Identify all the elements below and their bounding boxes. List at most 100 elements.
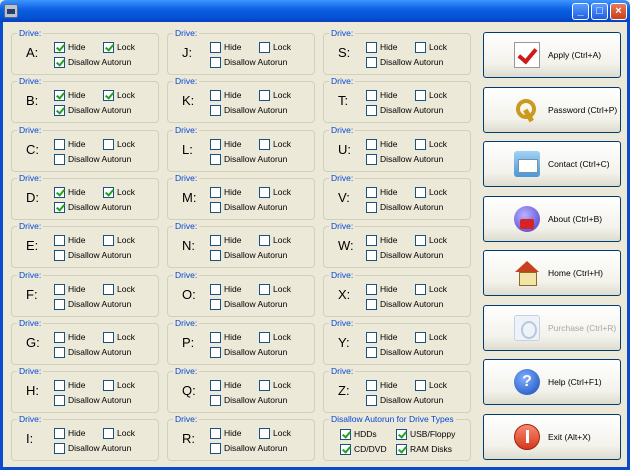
checkbox-box[interactable] — [210, 201, 221, 213]
checkbox-box[interactable] — [54, 442, 65, 454]
lock-checkbox[interactable]: Lock — [103, 283, 135, 295]
checkbox-box[interactable] — [54, 201, 65, 213]
checkbox-box[interactable] — [54, 104, 65, 116]
hide-checkbox[interactable]: Hide — [54, 138, 85, 150]
checkbox-box[interactable] — [415, 41, 426, 53]
checkbox-box[interactable] — [54, 249, 65, 261]
lock-checkbox[interactable]: Lock — [415, 379, 447, 391]
checkbox-box[interactable] — [210, 283, 221, 295]
hide-checkbox[interactable]: Hide — [54, 89, 85, 101]
disallow-autorun-checkbox[interactable]: Disallow Autorun — [54, 56, 131, 68]
disallow-autorun-checkbox[interactable]: Disallow Autorun — [210, 442, 287, 454]
disallow-autorun-checkbox[interactable]: Disallow Autorun — [210, 394, 287, 406]
lock-checkbox[interactable]: Lock — [259, 379, 291, 391]
disallow-autorun-checkbox[interactable]: Disallow Autorun — [54, 442, 131, 454]
disallow-autorun-checkbox[interactable]: Disallow Autorun — [210, 56, 287, 68]
lock-checkbox[interactable]: Lock — [259, 186, 291, 198]
checkbox-box[interactable] — [259, 41, 270, 53]
hide-checkbox[interactable]: Hide — [366, 186, 397, 198]
lock-checkbox[interactable]: Lock — [415, 89, 447, 101]
checkbox-box[interactable] — [396, 443, 407, 455]
minimize-button[interactable]: _ — [572, 3, 589, 20]
hide-checkbox[interactable]: Hide — [210, 138, 241, 150]
disallow-autorun-checkbox[interactable]: Disallow Autorun — [54, 104, 131, 116]
checkbox-box[interactable] — [54, 394, 65, 406]
usb-floppy-checkbox[interactable]: USB/Floppy — [396, 428, 455, 440]
checkbox-box[interactable] — [366, 234, 377, 246]
checkbox-box[interactable] — [103, 138, 114, 150]
checkbox-box[interactable] — [210, 298, 221, 310]
help-button[interactable]: ? Help (Ctrl+F1) — [483, 359, 621, 405]
hide-checkbox[interactable]: Hide — [210, 234, 241, 246]
checkbox-box[interactable] — [103, 89, 114, 101]
lock-checkbox[interactable]: Lock — [259, 41, 291, 53]
checkbox-box[interactable] — [259, 89, 270, 101]
checkbox-box[interactable] — [366, 201, 377, 213]
lock-checkbox[interactable]: Lock — [415, 283, 447, 295]
lock-checkbox[interactable]: Lock — [259, 138, 291, 150]
contact-button[interactable]: Contact (Ctrl+C) — [483, 141, 621, 187]
lock-checkbox[interactable]: Lock — [415, 234, 447, 246]
checkbox-box[interactable] — [54, 56, 65, 68]
checkbox-box[interactable] — [103, 234, 114, 246]
checkbox-box[interactable] — [210, 89, 221, 101]
keys-button[interactable]: Password (Ctrl+P) — [483, 87, 621, 133]
lock-checkbox[interactable]: Lock — [259, 89, 291, 101]
disallow-autorun-checkbox[interactable]: Disallow Autorun — [210, 104, 287, 116]
hide-checkbox[interactable]: Hide — [210, 89, 241, 101]
disallow-autorun-checkbox[interactable]: Disallow Autorun — [210, 153, 287, 165]
checkbox-box[interactable] — [210, 379, 221, 391]
hdds-checkbox[interactable]: HDDs — [340, 428, 377, 440]
disallow-autorun-checkbox[interactable]: Disallow Autorun — [366, 346, 443, 358]
hide-checkbox[interactable]: Hide — [210, 41, 241, 53]
lock-checkbox[interactable]: Lock — [103, 186, 135, 198]
checkbox-box[interactable] — [415, 283, 426, 295]
checkbox-box[interactable] — [366, 186, 377, 198]
hide-checkbox[interactable]: Hide — [366, 234, 397, 246]
checkbox-box[interactable] — [54, 427, 65, 439]
lock-checkbox[interactable]: Lock — [259, 427, 291, 439]
checkbox-box[interactable] — [415, 89, 426, 101]
checkbox-box[interactable] — [415, 331, 426, 343]
checkbox-box[interactable] — [103, 186, 114, 198]
checkbox-box[interactable] — [210, 56, 221, 68]
checkbox-box[interactable] — [415, 379, 426, 391]
lock-checkbox[interactable]: Lock — [103, 379, 135, 391]
checkbox-box[interactable] — [54, 379, 65, 391]
checkbox-box[interactable] — [54, 89, 65, 101]
disallow-autorun-checkbox[interactable]: Disallow Autorun — [366, 298, 443, 310]
hide-checkbox[interactable]: Hide — [210, 427, 241, 439]
hide-checkbox[interactable]: Hide — [54, 331, 85, 343]
checkbox-box[interactable] — [366, 153, 377, 165]
lock-checkbox[interactable]: Lock — [259, 331, 291, 343]
checkbox-box[interactable] — [259, 138, 270, 150]
hide-checkbox[interactable]: Hide — [54, 41, 85, 53]
checkbox-box[interactable] — [366, 56, 377, 68]
checkbox-box[interactable] — [210, 234, 221, 246]
disallow-autorun-checkbox[interactable]: Disallow Autorun — [366, 104, 443, 116]
checkbox-box[interactable] — [366, 379, 377, 391]
disallow-autorun-checkbox[interactable]: Disallow Autorun — [54, 153, 131, 165]
lock-checkbox[interactable]: Lock — [415, 138, 447, 150]
apply-button[interactable]: Apply (Ctrl+A) — [483, 32, 621, 78]
lock-checkbox[interactable]: Lock — [259, 283, 291, 295]
checkbox-box[interactable] — [54, 138, 65, 150]
checkbox-box[interactable] — [259, 283, 270, 295]
lock-checkbox[interactable]: Lock — [259, 234, 291, 246]
hide-checkbox[interactable]: Hide — [366, 283, 397, 295]
disallow-autorun-checkbox[interactable]: Disallow Autorun — [54, 249, 131, 261]
checkbox-box[interactable] — [366, 331, 377, 343]
exit-button[interactable]: Exit (Alt+X) — [483, 414, 621, 460]
checkbox-box[interactable] — [210, 186, 221, 198]
checkbox-box[interactable] — [366, 346, 377, 358]
hide-checkbox[interactable]: Hide — [366, 331, 397, 343]
checkbox-box[interactable] — [259, 427, 270, 439]
checkbox-box[interactable] — [54, 283, 65, 295]
checkbox-box[interactable] — [210, 346, 221, 358]
disallow-autorun-checkbox[interactable]: Disallow Autorun — [366, 56, 443, 68]
lock-checkbox[interactable]: Lock — [103, 138, 135, 150]
checkbox-box[interactable] — [366, 138, 377, 150]
hide-checkbox[interactable]: Hide — [366, 41, 397, 53]
disallow-autorun-checkbox[interactable]: Disallow Autorun — [366, 153, 443, 165]
checkbox-box[interactable] — [396, 428, 407, 440]
